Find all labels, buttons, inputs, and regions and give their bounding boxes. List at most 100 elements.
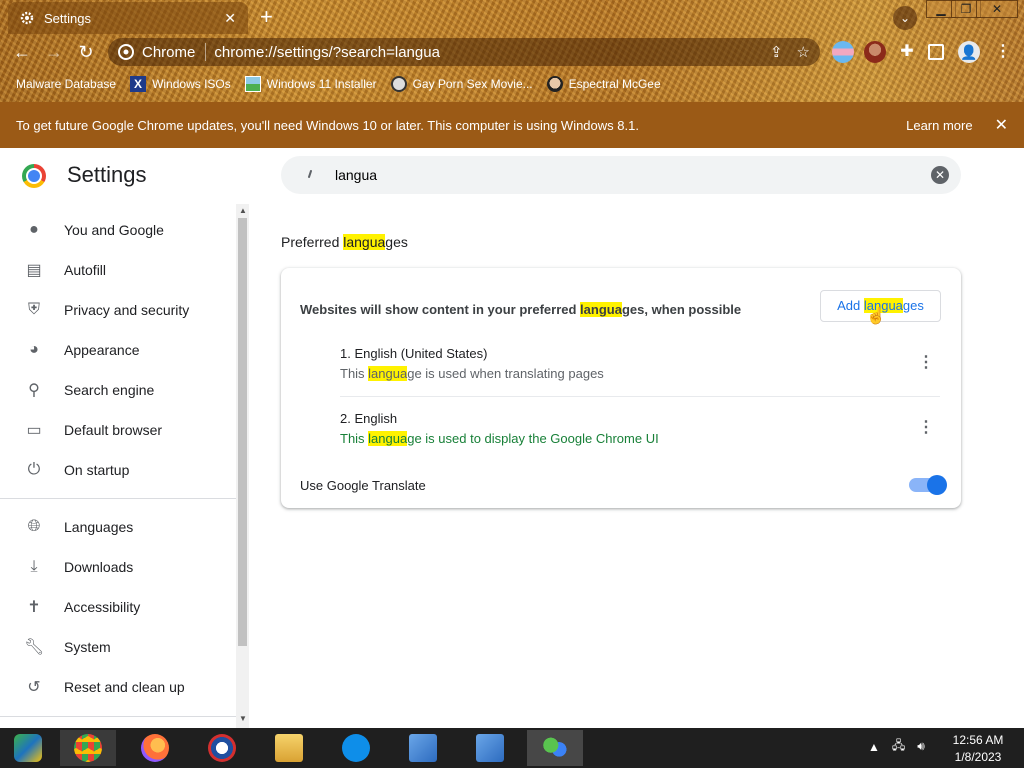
firefox-icon [141, 734, 169, 762]
sidebar-item-privacy[interactable]: ⛨ Privacy and security [0, 290, 236, 330]
start-button[interactable] [0, 730, 56, 766]
volume-icon[interactable]: 🔊︎ [917, 739, 925, 754]
sidebar-item-label: Default browser [64, 422, 163, 438]
search-highlight: langua [368, 431, 408, 446]
sidebar-item-label: System [64, 639, 111, 655]
search-highlight: langua [343, 234, 386, 250]
shield-icon: ⛨ [27, 301, 40, 318]
language-description: This language is used when translating p… [340, 366, 604, 381]
clear-search-icon[interactable]: ✕ [931, 166, 949, 184]
side-panel-icon[interactable] [928, 44, 944, 60]
clock-time: 12:56 AM [952, 733, 1004, 747]
search-input[interactable] [335, 167, 931, 183]
url-text[interactable]: chrome://settings/?search=langua [214, 44, 756, 61]
chrome-icon [74, 734, 102, 762]
network-icon[interactable]: 🖧︎ [892, 736, 905, 757]
circle-logo-icon [208, 734, 236, 762]
bookmark-malware-database[interactable]: Malware Database [16, 74, 116, 94]
sidebar-item-system[interactable]: 🔧︎ System [0, 627, 236, 667]
sidebar-item-search-engine[interactable]: ⚲ Search engine [0, 370, 236, 410]
close-icon[interactable]: ✕ [995, 115, 1008, 135]
page-title: Settings [67, 162, 147, 187]
bookmark-windows-11-installer[interactable]: Windows 11 Installer [244, 74, 377, 94]
google-translate-toggle[interactable] [909, 475, 947, 495]
taskbar-messenger[interactable] [527, 730, 583, 766]
scroll-thumb[interactable] [238, 218, 247, 646]
more-options-icon[interactable]: ⋮ [918, 352, 934, 372]
browser-icon: ▭ [26, 422, 42, 439]
clipboard-icon: ▤ [26, 262, 42, 279]
bookmark-espectral-mcgee[interactable]: Espectral McGee [546, 74, 661, 94]
address-bar[interactable]: Chrome chrome://settings/?search=langua … [108, 38, 820, 66]
scroll-down-icon[interactable]: ▼ [239, 714, 247, 723]
languages-description: Websites will show content in your prefe… [300, 302, 742, 317]
settings-search[interactable]: ✕ [281, 156, 961, 194]
teamviewer-icon [342, 734, 370, 762]
image-icon [244, 76, 261, 92]
sidebar-item-label: Malware Database [16, 77, 117, 91]
taskbar-remote-desktop-1[interactable] [395, 730, 451, 766]
sidebar-item-reset[interactable]: ↺ Reset and clean up [0, 667, 236, 707]
taskbar-app-logo[interactable] [194, 730, 250, 766]
language-description: This language is used to display the Goo… [340, 431, 659, 446]
taskbar-file-explorer[interactable] [261, 730, 317, 766]
taskbar-chrome[interactable] [60, 730, 116, 766]
bookmark-windows-isos[interactable]: X Windows ISOs [130, 74, 231, 94]
sidebar-item-downloads[interactable]: ⤓ Downloads [0, 547, 236, 587]
close-icon[interactable]: ✕ [224, 10, 236, 27]
sidebar-item-autofill[interactable]: ▤ Autofill [0, 250, 236, 290]
extension-flag-icon[interactable] [832, 41, 854, 63]
site-name: Chrome [142, 43, 196, 61]
infobar-message: To get future Google Chrome updates, you… [16, 117, 639, 133]
sidebar-item-you-and-google[interactable]: ● You and Google [0, 210, 236, 250]
row-divider [340, 396, 940, 397]
bookmark-movie-site[interactable]: Gay Porn Sex Movie... [390, 74, 533, 94]
sidebar-item-default-browser[interactable]: ▭ Default browser [0, 410, 236, 450]
sidebar-item-accessibility[interactable]: ✝ Accessibility [0, 587, 236, 627]
forward-button[interactable]: → [42, 40, 66, 64]
chrome-site-icon [118, 44, 134, 60]
bookmark-label: Windows ISOs [152, 77, 231, 91]
sidebar-item-on-startup[interactable]: ⏻ On startup [0, 450, 236, 490]
settings-sidebar: ● You and Google ▤ Autofill ⛨ Privacy an… [0, 210, 236, 728]
share-icon[interactable]: ⇪ [770, 43, 783, 61]
new-tab-button[interactable]: + [260, 6, 273, 28]
sidebar-item-languages[interactable]: 🌐︎ Languages [0, 507, 236, 547]
taskbar-firefox[interactable] [127, 730, 183, 766]
sidebar-item-label: Appearance [64, 342, 140, 358]
window-close-button[interactable]: ✕ [976, 0, 1018, 18]
extension-avatar-icon[interactable] [864, 41, 886, 63]
menu-kebab-icon[interactable]: ⋮ [992, 41, 1014, 63]
chrome-logo-icon [22, 164, 46, 188]
tab-title: Settings [44, 10, 91, 26]
taskbar-teamviewer[interactable] [328, 730, 384, 766]
chevron-up-icon[interactable]: ▲ [868, 740, 880, 754]
gear-icon [20, 11, 34, 25]
power-icon: ⏻ [27, 461, 41, 478]
tab-settings[interactable]: Settings ✕ [8, 2, 248, 34]
hand-cursor-icon: ☝ [866, 308, 886, 325]
language-row-english: 2. English This language is used to disp… [340, 403, 940, 461]
messenger-icon [541, 734, 569, 762]
reload-button[interactable]: ↻ [74, 40, 98, 64]
sidebar-item-appearance[interactable]: ◕ Appearance [0, 330, 236, 370]
download-icon: ⤓ [30, 558, 38, 575]
taskbar-clock[interactable]: 12:56 AM 1/8/2023 [944, 732, 1012, 766]
profile-avatar-icon[interactable]: 👤 [958, 41, 980, 63]
sidebar-item-label: On startup [64, 462, 130, 478]
system-tray: ▲ 🖧︎ 🔊︎ [868, 736, 925, 757]
bookmark-star-icon[interactable]: ☆ [797, 43, 810, 61]
taskbar-remote-desktop-2[interactable] [462, 730, 518, 766]
globe-icon: 🌐︎ [27, 518, 41, 535]
more-options-icon[interactable]: ⋮ [918, 417, 934, 437]
scroll-up-icon[interactable]: ▲ [239, 206, 247, 215]
extensions-puzzle-icon[interactable]: ✚ [896, 41, 918, 63]
learn-more-link[interactable]: Learn more [906, 118, 972, 133]
sidebar-item-label: Downloads [64, 559, 134, 575]
language-name: 2. English [340, 411, 398, 426]
sidebar-scrollbar[interactable]: ▲ ▼ [236, 204, 249, 728]
palette-icon: ◕ [29, 341, 39, 358]
section-title: Preferred languages [281, 234, 408, 250]
tab-search-button[interactable]: ⌄ [893, 6, 917, 30]
back-button[interactable]: ← [10, 40, 34, 64]
